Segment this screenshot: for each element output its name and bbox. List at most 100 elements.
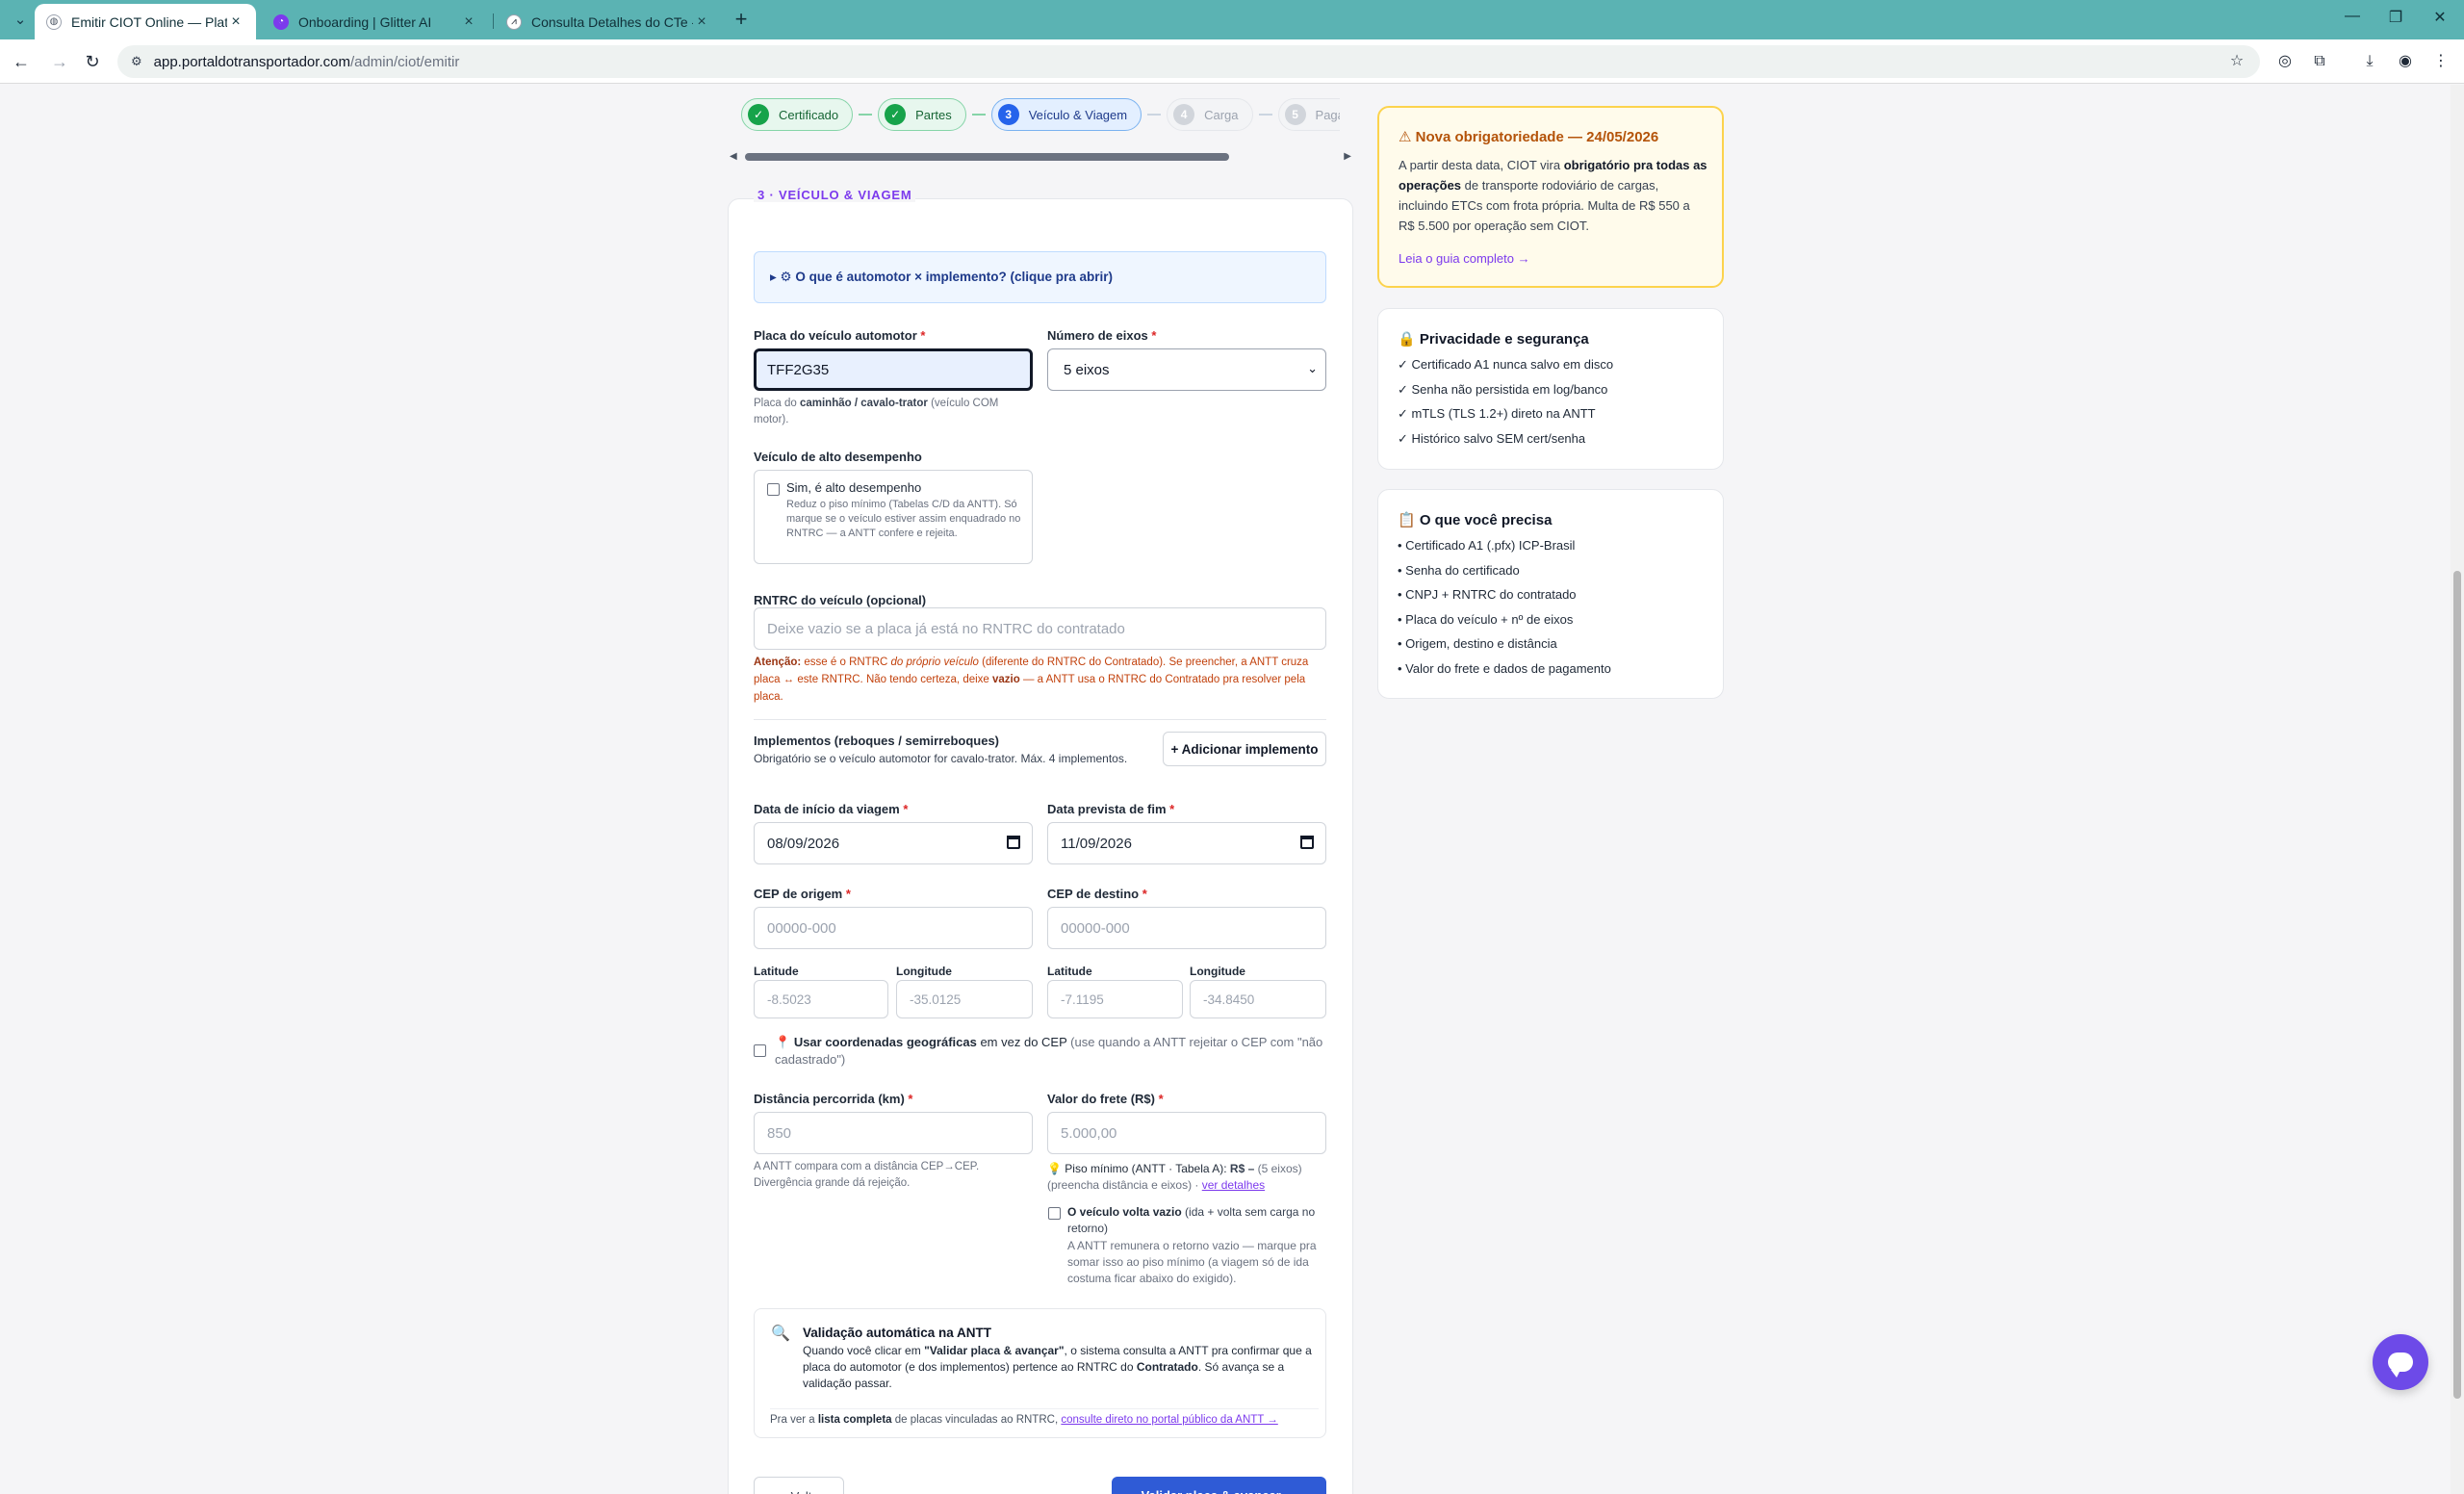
validar-avancar-button[interactable]: Validar placa & avançar →	[1112, 1477, 1326, 1494]
bookmark-star-icon[interactable]: ☆	[2226, 51, 2247, 72]
frete-input[interactable]: 5.000,00	[1047, 1112, 1326, 1154]
step-veiculo-viagem[interactable]: 3 Veículo & Viagem	[990, 98, 1142, 131]
close-icon[interactable]: ×	[227, 13, 244, 31]
back-icon[interactable]: ←	[10, 50, 33, 73]
distancia-input[interactable]: 850	[754, 1112, 1033, 1154]
scroll-left-icon[interactable]: ◀	[730, 150, 737, 164]
tab-consulta-cte[interactable]: ⩘ Consulta Detalhes do CTe - ERP ×	[495, 4, 722, 39]
volta-vazio-label[interactable]: O veículo volta vazio (ida + volta sem c…	[1067, 1204, 1325, 1237]
alto-desempenho-option[interactable]: Sim, é alto desempenho	[786, 480, 921, 495]
list-item: ✓ mTLS (TLS 1.2+) direto na ANTT	[1398, 406, 1596, 421]
privacidade-card: 🔒 Privacidade e segurança ✓ Certificado …	[1377, 308, 1724, 470]
stepper-scrollbar[interactable]: ◀ ▶	[730, 150, 1351, 164]
calendar-icon[interactable]	[1007, 836, 1020, 849]
profile-icon[interactable]: ◉	[2395, 51, 2416, 72]
wizard-stepper: ✓ Certificado ✓ Partes 3 Veículo & Viagem 4…	[741, 98, 1340, 131]
minimize-icon[interactable]: —	[2333, 8, 2372, 25]
placa-help: Placa do caminhão / cavalo-trator (veícu…	[754, 398, 999, 425]
rntrc-warning: Atenção: esse é o RNTRC do próprio veícu…	[754, 657, 1309, 703]
add-implemento-button[interactable]: + Adicionar implemento	[1163, 732, 1326, 766]
close-icon[interactable]: ×	[460, 13, 477, 31]
scroll-right-icon[interactable]: ▶	[1344, 150, 1351, 164]
guia-completo-link[interactable]: Leia o guia completo →	[1399, 251, 1530, 266]
page-scrollbar-thumb[interactable]	[2453, 571, 2461, 1399]
ver-detalhes-link[interactable]: ver detalhes	[1202, 1178, 1265, 1192]
origem-lng-label: Longitude	[896, 965, 952, 978]
origem-lat-input[interactable]: -8.5023	[754, 980, 888, 1018]
step-label: Partes	[915, 107, 952, 122]
close-window-icon[interactable]: ✕	[2421, 8, 2459, 27]
pin-icon: 📍	[775, 1035, 791, 1049]
url-bar[interactable]: ⚙ app.portaldotransportador.com/admin/ci…	[117, 45, 2260, 78]
tab-onboarding[interactable]: ◔ Onboarding | Glitter AI ×	[262, 4, 489, 39]
list-item: • CNPJ + RNTRC do contratado	[1398, 587, 1577, 602]
reload-icon[interactable]: ↻	[81, 50, 104, 73]
implementos-title: Implementos (reboques / semirreboques)	[754, 734, 1000, 748]
puzzle-icon[interactable]: ⧉	[2309, 51, 2330, 72]
portal-antt-link[interactable]: consulte direto no portal público da ANT…	[1061, 1414, 1277, 1426]
usar-coordenadas-label[interactable]: 📍 Usar coordenadas geográficas em vez do…	[775, 1034, 1328, 1069]
validacao-divider	[770, 1408, 1319, 1409]
step-number: 5	[1284, 104, 1306, 125]
page-viewport: ✓ Certificado ✓ Partes 3 Veículo & Viagem 4…	[0, 85, 2464, 1494]
eixos-label: Número de eixos *	[1047, 328, 1157, 343]
step-label: Veículo & Viagem	[1028, 107, 1128, 122]
site-settings-icon[interactable]: ⚙	[131, 54, 142, 69]
alto-desempenho-label: Veículo de alto desempenho	[754, 450, 922, 464]
cep-destino-input[interactable]: 00000-000	[1047, 907, 1326, 949]
destino-lng-input[interactable]: -34.8450	[1190, 980, 1326, 1018]
rntrc-input[interactable]: Deixe vazio se a placa já está no RNTRC …	[754, 607, 1326, 650]
tab-emitir-ciot[interactable]: ◍ Emitir CIOT Online — Plataform ×	[35, 4, 256, 39]
more-menu-icon[interactable]: ⋮	[2430, 51, 2451, 72]
eixos-select[interactable]: 5 eixos ⌄	[1047, 348, 1326, 391]
magnifier-icon: 🔍	[771, 1326, 790, 1342]
list-item: • Valor do frete e dados de pagamento	[1398, 660, 1611, 676]
alert-title: ⚠ Nova obrigatoriedade — 24/05/2026	[1399, 129, 1659, 145]
chat-button[interactable]	[2373, 1334, 2428, 1390]
scrollbar-thumb[interactable]	[745, 153, 1229, 161]
download-icon[interactable]: ⤓	[2359, 51, 2380, 72]
automotor-disclosure[interactable]: ▸ ⚙ O que é automotor × implemento? (cli…	[754, 251, 1326, 303]
cep-origem-input[interactable]: 00000-000	[754, 907, 1033, 949]
restore-icon[interactable]: ❐	[2376, 8, 2415, 27]
new-tab-button[interactable]: +	[729, 8, 754, 33]
step-certificado[interactable]: ✓ Certificado	[741, 98, 854, 131]
volta-vazio-checkbox[interactable]	[1048, 1207, 1061, 1220]
usar-coordenadas-checkbox[interactable]	[754, 1044, 766, 1057]
validacao-title: Validação automática na ANTT	[803, 1326, 992, 1340]
step-number: 4	[1173, 104, 1195, 125]
destino-lat-input[interactable]: -7.1195	[1047, 980, 1183, 1018]
placa-input[interactable]: TFF2G35	[754, 348, 1033, 391]
step-label: Carga	[1204, 107, 1239, 122]
cep-origem-label: CEP de origem *	[754, 887, 851, 901]
inicio-date-input[interactable]: 08/09/2026	[754, 822, 1033, 864]
close-icon[interactable]: ×	[693, 13, 710, 31]
origem-lng-input[interactable]: -35.0125	[896, 980, 1033, 1018]
distancia-label: Distância percorrida (km) *	[754, 1092, 913, 1106]
tab-title: Onboarding | Glitter AI	[298, 13, 432, 30]
chevron-down-icon: ⌄	[1307, 361, 1318, 375]
list-item: • Certificado A1 (.pfx) ICP-Brasil	[1398, 538, 1576, 553]
tab-search-icon[interactable]: ⌄	[10, 10, 31, 31]
calendar-icon[interactable]	[1300, 836, 1314, 849]
step-label: Pagamento	[1315, 107, 1340, 122]
alto-desempenho-checkbox[interactable]	[767, 483, 780, 496]
back-button[interactable]: ← Voltar	[754, 1477, 844, 1494]
inicio-date-value: 08/09/2026	[767, 835, 840, 852]
step-pagamento[interactable]: 5 Pagamento	[1277, 98, 1340, 131]
destino-lng-label: Longitude	[1190, 965, 1245, 978]
step-partes[interactable]: ✓ Partes	[878, 98, 966, 131]
section-divider	[754, 719, 1326, 720]
eixos-selected-value: 5 eixos	[1064, 361, 1110, 378]
fim-date-input[interactable]: 11/09/2026	[1047, 822, 1326, 864]
chat-bubble-icon	[2388, 1352, 2413, 1378]
step-carga[interactable]: 4 Carga	[1167, 98, 1253, 131]
step-connector	[971, 114, 986, 116]
extension-icon[interactable]: ◎	[2274, 51, 2296, 72]
privacidade-list: ✓ Certificado A1 nunca salvo em disco ✓ …	[1398, 352, 1613, 451]
distancia-help: A ANTT compara com a distância CEP→CEP. …	[754, 1161, 980, 1189]
url-path: /admin/ciot/emitir	[349, 53, 460, 70]
forward-icon[interactable]: →	[48, 50, 71, 73]
alto-desempenho-help: Reduz o piso mínimo (Tabelas C/D da ANTT…	[786, 499, 1021, 539]
url-host: app.portaldotransportador.com	[153, 53, 350, 70]
